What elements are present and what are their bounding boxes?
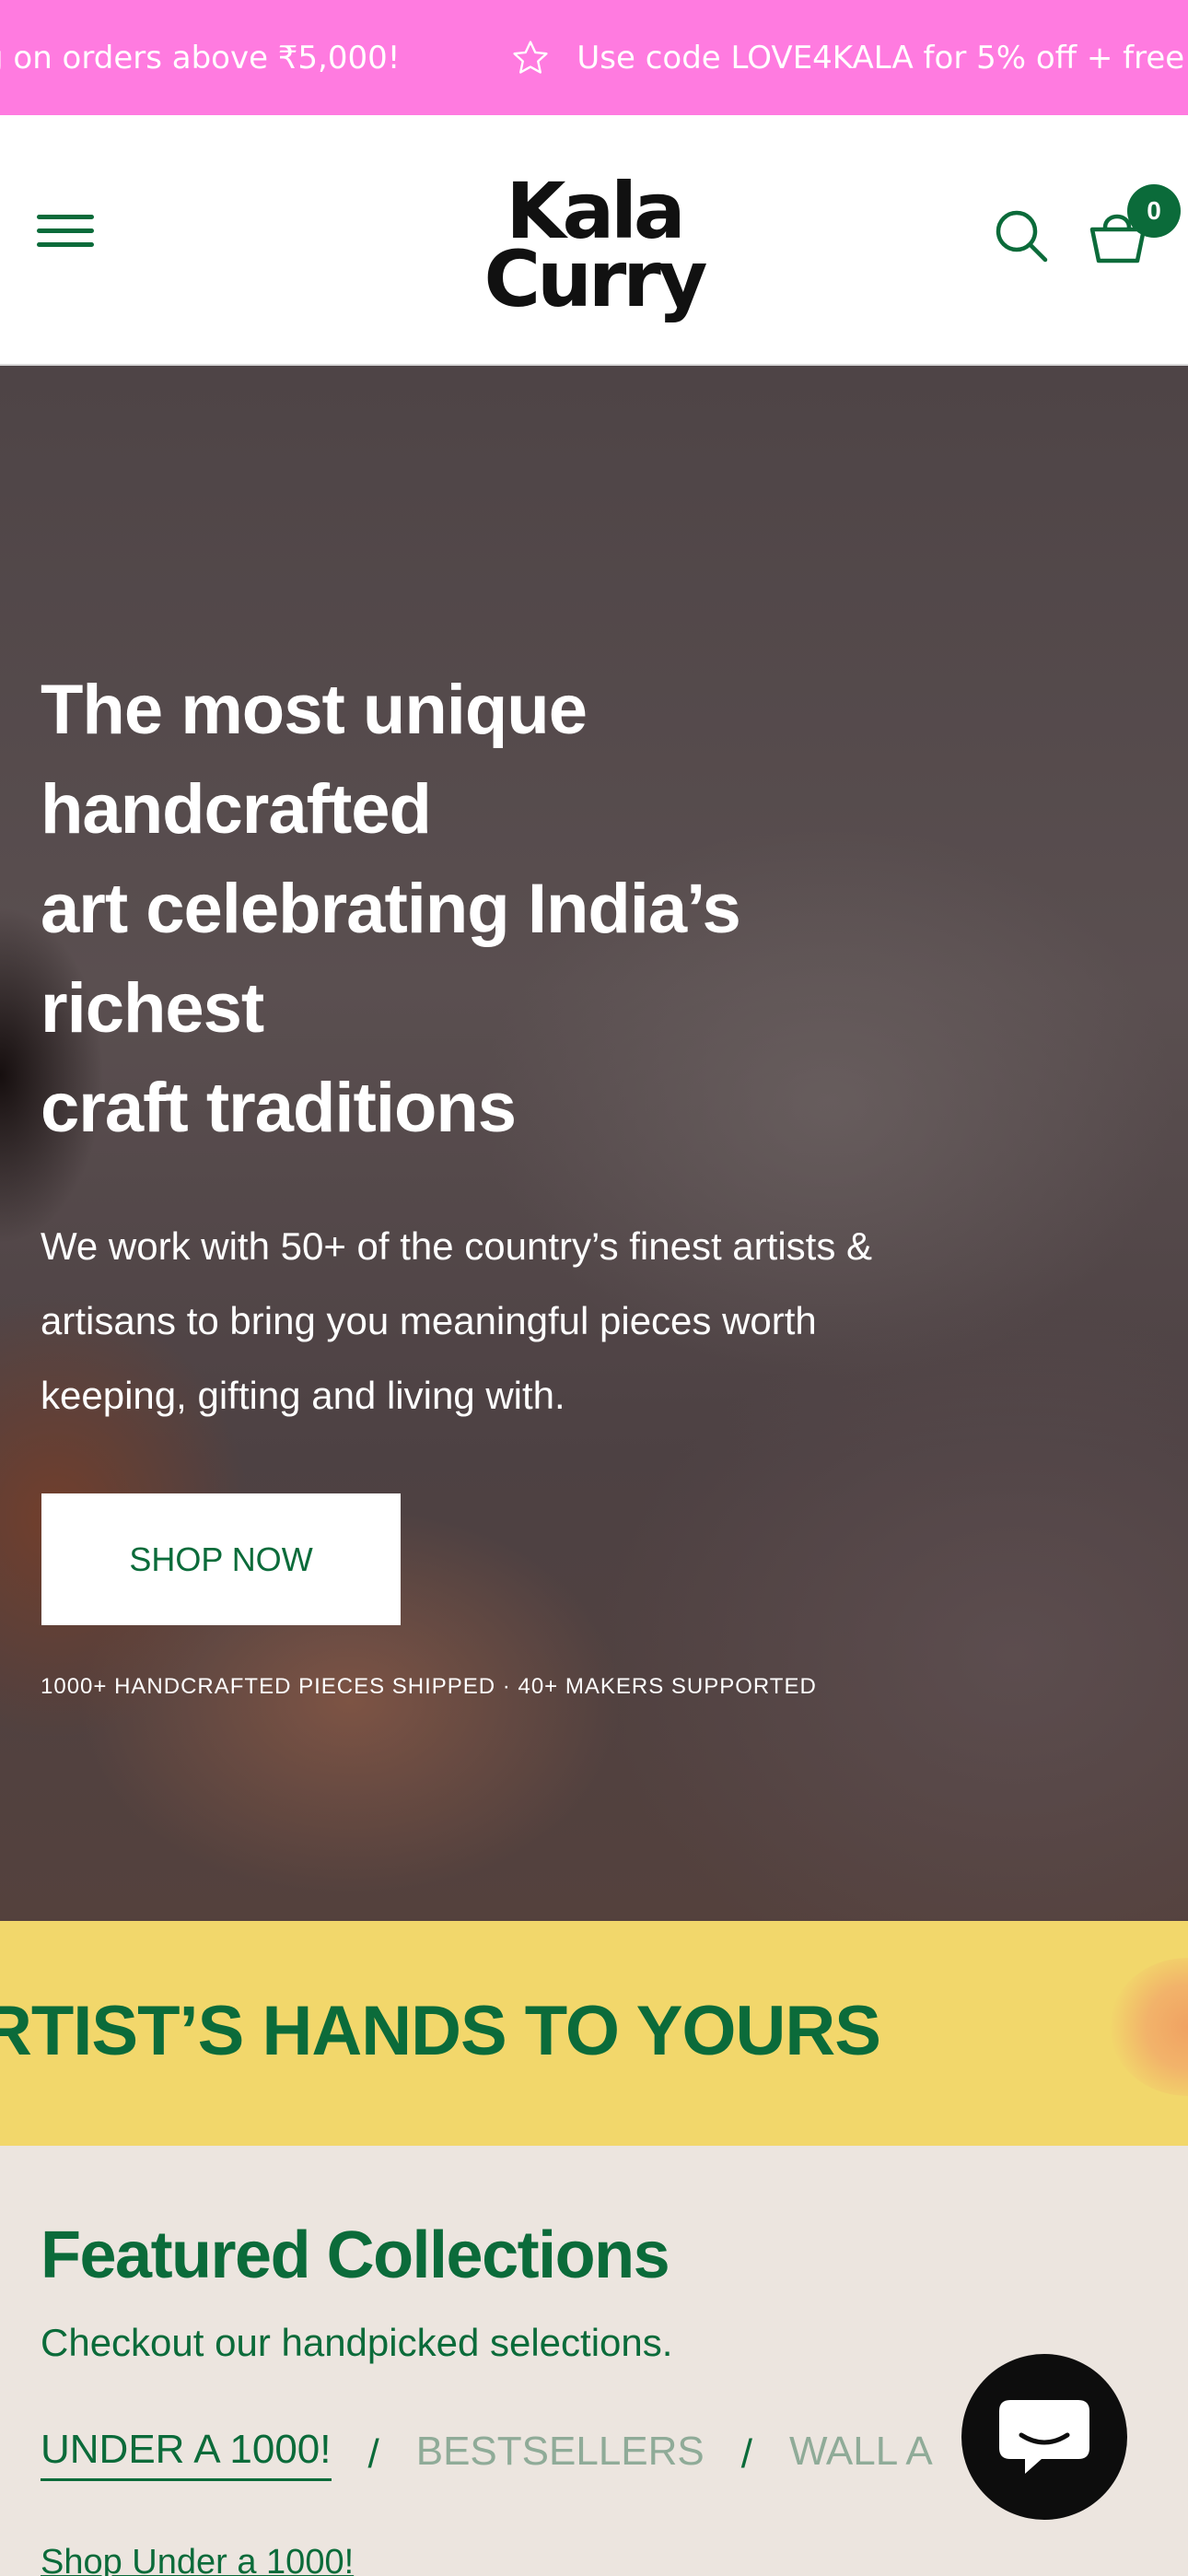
tab-bestsellers[interactable]: BESTSELLERS <box>416 2429 705 2480</box>
hero-subtitle-line: keeping, gifting and living with. <box>41 1374 565 1417</box>
hero-title-line: art celebrating India’s <box>41 870 741 948</box>
tab-separator: / <box>740 2430 752 2476</box>
tab-under-a-1000[interactable]: UNDER A 1000! <box>41 2427 332 2481</box>
announcement-text-promo-code: Use code LOVE4KALA for 5% off + free <box>577 39 1185 76</box>
hero-subtitle-line: We work with 50+ of the country’s finest… <box>41 1224 872 1268</box>
menu-bar <box>37 228 94 233</box>
menu-bar <box>37 242 94 247</box>
hero-subtitle: We work with 50+ of the country’s finest… <box>41 1209 1072 1433</box>
star-outline-icon <box>513 40 549 74</box>
chat-bubble-icon <box>999 2400 1089 2474</box>
tab-wall-art[interactable]: WALL A <box>789 2429 933 2480</box>
search-button[interactable] <box>993 207 1050 264</box>
hero-stats: 1000+ HANDCRAFTED PIECES SHIPPED · 40+ M… <box>41 1674 817 1699</box>
decorative-blob <box>1110 1958 1188 2096</box>
hero-title: The most unique handcrafted art celebrat… <box>41 661 1054 1158</box>
hero-title-line: handcrafted <box>41 770 432 849</box>
marquee-band: RTIST’S HANDS TO YOURS <box>0 1921 1188 2146</box>
hero-subtitle-line: artisans to bring you meaningful pieces … <box>41 1299 817 1342</box>
cart-count-badge: 0 <box>1127 184 1181 238</box>
chat-button[interactable] <box>961 2354 1127 2520</box>
search-icon <box>996 210 1048 263</box>
site-logo[interactable]: Kala Curry <box>465 166 723 324</box>
hero-title-line: The most unique <box>41 671 588 749</box>
announcement-track: g on orders above ₹5,000! Use code LOVE4… <box>0 0 1184 115</box>
logo-mark: Kala Curry <box>483 166 710 324</box>
hero-banner: The most unique handcrafted art celebrat… <box>0 366 1188 1921</box>
featured-subtitle: Checkout our handpicked selections. <box>41 2321 673 2364</box>
site-header: Kala Curry 0 <box>0 115 1188 366</box>
shop-collection-link[interactable]: Shop Under a 1000! <box>41 2543 354 2576</box>
hero-title-line: craft traditions <box>41 1069 517 1147</box>
hero-title-line: richest <box>41 969 264 1048</box>
shop-now-button[interactable]: SHOP NOW <box>41 1493 401 1625</box>
collection-tabs: UNDER A 1000! / BESTSELLERS / WALL A <box>41 2427 933 2481</box>
featured-title: Featured Collections <box>41 2219 670 2292</box>
menu-button[interactable] <box>37 215 94 259</box>
menu-bar <box>37 215 94 219</box>
tab-separator: / <box>367 2430 379 2476</box>
announcement-bar: g on orders above ₹5,000! Use code LOVE4… <box>0 0 1188 115</box>
logo-line-2: Curry <box>483 234 706 322</box>
marquee-text: RTIST’S HANDS TO YOURS <box>0 1992 881 2070</box>
announcement-text-free-shipping: g on orders above ₹5,000! <box>0 39 401 76</box>
